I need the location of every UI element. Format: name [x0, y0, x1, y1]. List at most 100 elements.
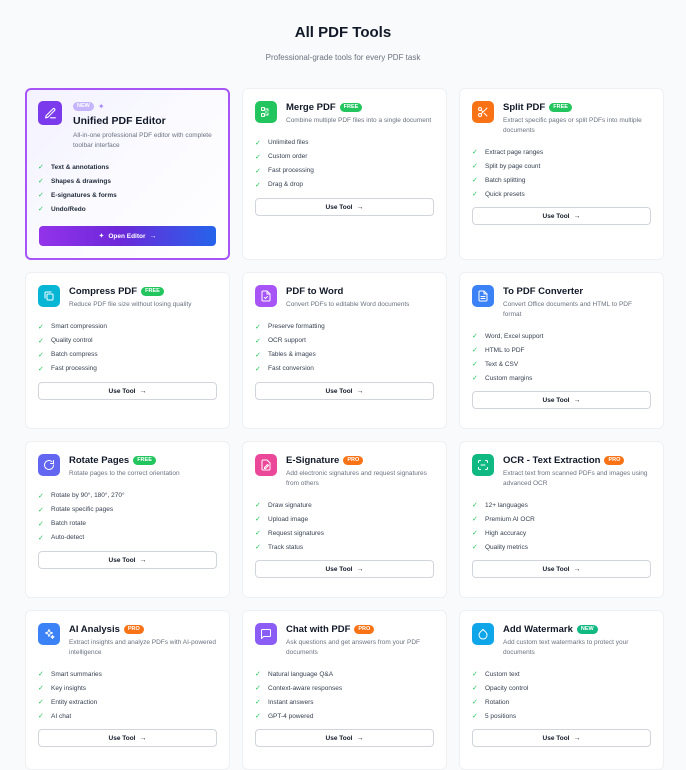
feature-list: ✓ Smart summaries ✓ Key insights ✓ Entity ext… [38, 667, 217, 723]
card-title: To PDF Converter [503, 285, 584, 297]
document-icon [472, 285, 494, 307]
arrow-right-icon: → [139, 387, 147, 395]
feature-item: ✓ Quick presets [472, 190, 525, 199]
check-icon: ✓ [255, 713, 261, 720]
feature-list: ✓ Text & annotations ✓ Shapes & drawings ✓… [38, 160, 217, 216]
use-tool-button[interactable]: Use Tool → [255, 382, 434, 400]
feature-item: ✓ Draw signature [255, 501, 312, 510]
check-icon: ✓ [472, 347, 478, 354]
feature-list: ✓ Word, Excel support ✓ HTML to PDF ✓ Text & … [472, 329, 651, 385]
tool-card[interactable]: Compress PDF FREE Reduce PDF file size w… [25, 272, 230, 429]
check-icon: ✓ [472, 333, 478, 340]
check-icon: ✓ [255, 153, 261, 161]
feature-list: ✓ Custom text ✓ Opacity control ✓ Rotation ✓ 5 … [472, 667, 651, 723]
check-icon: ✓ [255, 530, 261, 537]
use-tool-button[interactable]: Use Tool → [38, 382, 217, 400]
scan-icon [472, 454, 494, 476]
check-icon: ✓ [38, 506, 44, 514]
feature-list: ✓ 12+ languages ✓ Premium AI OCR ✓ High accur… [472, 498, 651, 554]
check-icon: ✓ [38, 192, 44, 199]
check-icon: ✓ [472, 502, 478, 509]
check-icon: ✓ [38, 492, 44, 500]
tool-card[interactable]: Add Watermark NEW Add custom text waterm… [459, 610, 664, 770]
check-icon: ✓ [472, 699, 478, 706]
use-tool-button[interactable]: Use Tool → [38, 551, 217, 569]
feature-list: ✓ Unlimited files ✓ Custom order ✓ Fast proce… [255, 136, 434, 192]
rotate-icon [38, 454, 60, 476]
tool-card[interactable]: Chat with PDF PRO Ask questions and get … [242, 610, 447, 770]
tool-card[interactable]: To PDF Converter Convert Office document… [459, 272, 664, 429]
feature-item: ✓ Upload image [255, 515, 309, 524]
arrow-right-icon: → [573, 734, 581, 742]
card-description: Combine multiple PDF files into a single… [286, 117, 432, 124]
check-icon: ✓ [472, 671, 478, 678]
feature-item: ✓ Request signatures [255, 529, 325, 538]
card-description: Convert PDFs to editable Word documents [286, 301, 410, 308]
check-icon: ✓ [255, 671, 261, 678]
feature-item: ✓ High accuracy [472, 529, 527, 538]
free-badge: FREE [549, 102, 572, 112]
check-icon: ✓ [255, 351, 261, 359]
open-editor-button[interactable]: ✦ Open Editor → [39, 226, 216, 246]
feature-item: ✓ Quality metrics [472, 543, 528, 552]
check-icon: ✓ [38, 337, 44, 345]
feature-list: ✓ Natural language Q&A ✓ Context-aware resp… [255, 667, 434, 723]
card-title: Add Watermark [503, 623, 573, 635]
free-badge: FREE [339, 102, 363, 112]
feature-item: ✓ GPT-4 powered [255, 712, 314, 721]
arrow-right-icon: → [573, 565, 581, 573]
use-tool-button[interactable]: Use Tool → [472, 729, 651, 747]
check-icon: ✓ [255, 167, 261, 175]
tool-card[interactable]: Split PDF FREE Extract specific pages or… [459, 88, 664, 260]
arrow-right-icon: → [356, 203, 364, 211]
tool-card[interactable]: Merge PDF FREE Combine multiple PDF file… [242, 88, 447, 260]
arrow-right-icon: → [139, 734, 147, 742]
tools-grid: NEW ✦ Unified PDF Editor All-in-one prof… [25, 88, 664, 770]
feature-item: ✓ Smart compression [38, 323, 107, 331]
feature-item: ✓ Track status [255, 543, 304, 552]
feature-item: ✓ Custom margins [472, 374, 533, 383]
check-icon: ✓ [255, 365, 261, 373]
card-description: Add custom text watermarks to protect yo… [503, 639, 629, 656]
compress-icon [38, 285, 60, 307]
use-tool-button[interactable]: Use Tool → [255, 729, 434, 747]
use-tool-button[interactable]: Use Tool → [38, 729, 217, 747]
card-description: All-in-one professional PDF editor with … [73, 132, 212, 149]
use-tool-button[interactable]: Use Tool → [472, 207, 651, 225]
arrow-right-icon: → [356, 565, 364, 573]
check-icon: ✓ [472, 149, 478, 156]
pro-badge: PRO [123, 624, 144, 634]
arrow-right-icon: → [356, 387, 364, 395]
tool-card[interactable]: OCR - Text Extraction PRO Extract text f… [459, 441, 664, 598]
use-tool-button[interactable]: Use Tool → [255, 560, 434, 578]
feature-item: ✓ Auto-detect [38, 534, 85, 542]
tool-card[interactable]: E-Signature PRO Add electronic signature… [242, 441, 447, 598]
check-icon: ✓ [38, 206, 44, 213]
new-badge: NEW [73, 101, 94, 111]
card-description: Extract text from scanned PDFs and image… [503, 470, 648, 487]
use-tool-button[interactable]: Use Tool → [472, 560, 651, 578]
tool-card[interactable]: PDF to Word Convert PDFs to editable Wor… [242, 272, 447, 429]
feature-item: ✓ HTML to PDF [472, 346, 525, 355]
check-icon: ✓ [472, 177, 478, 184]
check-icon: ✓ [38, 685, 44, 692]
feature-item: ✓ Unlimited files [255, 139, 309, 147]
tool-card[interactable]: AI Analysis PRO Extract insights and ana… [25, 610, 230, 770]
use-tool-button[interactable]: Use Tool → [472, 391, 651, 409]
feature-item: ✓ Shapes & drawings [38, 177, 111, 186]
use-tool-button[interactable]: Use Tool → [255, 198, 434, 216]
droplet-icon [472, 623, 494, 645]
unified-editor-card[interactable]: NEW ✦ Unified PDF Editor All-in-one prof… [25, 88, 230, 260]
feature-item: ✓ Rotate specific pages [38, 506, 114, 514]
sparkle-icon [38, 623, 60, 645]
check-icon: ✓ [472, 530, 478, 537]
card-description: Extract specific pages or split PDFs int… [503, 117, 642, 134]
sparkle-icon: ✦ [98, 233, 105, 240]
check-icon: ✓ [472, 544, 478, 551]
chat-icon [255, 623, 277, 645]
page-subtitle: Professional-grade tools for every PDF t… [265, 53, 421, 62]
feature-item: ✓ Preserve formatting [255, 323, 325, 331]
check-icon: ✓ [255, 516, 261, 523]
tool-card[interactable]: Rotate Pages FREE Rotate pages to the co… [25, 441, 230, 598]
arrow-right-icon: → [573, 396, 581, 404]
